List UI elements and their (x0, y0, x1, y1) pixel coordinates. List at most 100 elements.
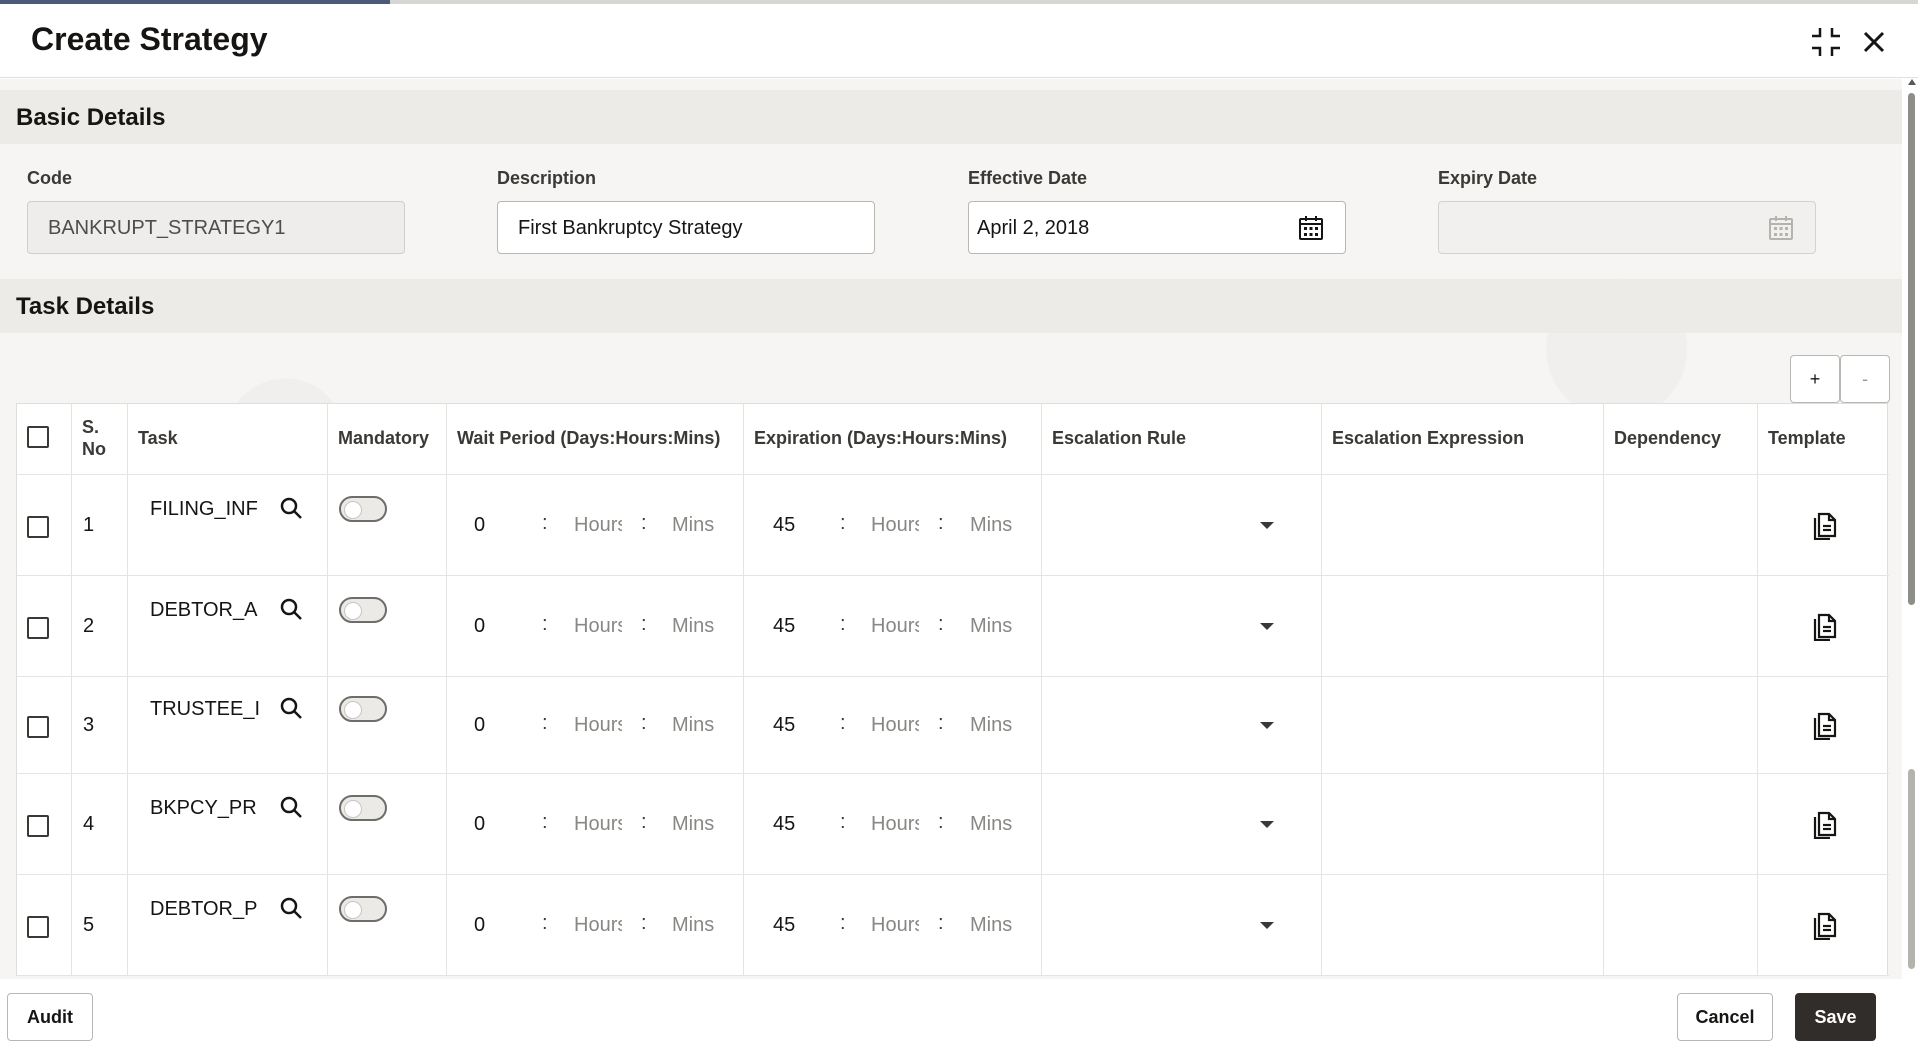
wait-days-input[interactable]: 0 (474, 615, 485, 638)
close-icon[interactable] (1856, 24, 1892, 60)
save-button[interactable]: Save (1795, 993, 1876, 1041)
expiration-hours-input[interactable]: Hours (871, 914, 919, 937)
wait-mins-input[interactable]: Mins (672, 813, 720, 836)
row-checkbox[interactable] (27, 616, 49, 639)
row-task-cell (128, 677, 328, 773)
wait-days-input[interactable]: 0 (474, 813, 485, 836)
mandatory-toggle[interactable] (339, 596, 387, 623)
expiration-mins-input[interactable]: Mins (970, 615, 1018, 638)
header-wait-period: Wait Period (Days:Hours:Mins) (457, 428, 721, 448)
audit-button[interactable]: Audit (7, 993, 93, 1041)
mandatory-toggle[interactable] (339, 794, 387, 821)
escalation-rule-dropdown[interactable] (1260, 721, 1274, 729)
document-icon[interactable] (1810, 611, 1840, 641)
wait-mins-input[interactable]: Mins (672, 514, 720, 537)
escalation-rule-dropdown[interactable] (1260, 521, 1274, 529)
row-select-cell (17, 774, 72, 874)
row-task-input[interactable]: DEBTOR_P (150, 898, 260, 921)
document-icon[interactable] (1810, 809, 1840, 839)
wait-separator: : (641, 711, 647, 734)
row-task-input[interactable]: TRUSTEE_I (150, 698, 260, 721)
row-checkbox[interactable] (27, 715, 49, 738)
expiration-days-input[interactable]: 45 (773, 714, 795, 737)
row-escalation-expression-cell (1322, 774, 1604, 874)
select-all-checkbox[interactable] (27, 426, 49, 448)
header-escalation-expression-cell: Escalation Expression (1322, 404, 1604, 474)
expiration-hours-input[interactable]: Hours (871, 714, 919, 737)
wait-days-input[interactable]: 0 (474, 514, 485, 537)
expiration-mins-input[interactable]: Mins (970, 914, 1018, 937)
expiration-days-input[interactable]: 45 (773, 615, 795, 638)
row-checkbox[interactable] (27, 915, 49, 938)
document-icon[interactable] (1810, 710, 1840, 740)
effective-date-field[interactable]: April 2, 2018 (968, 201, 1346, 254)
scroll-thumb-lower[interactable] (1908, 769, 1915, 969)
remove-row-button[interactable]: - (1840, 355, 1890, 403)
search-icon[interactable] (279, 696, 303, 720)
escalation-rule-dropdown[interactable] (1260, 921, 1274, 929)
calendar-icon[interactable] (1767, 214, 1795, 242)
task-details-title: Task Details (16, 293, 155, 320)
wait-mins-input[interactable]: Mins (672, 714, 720, 737)
wait-separator: : (542, 511, 548, 534)
wait-mins-input[interactable]: Mins (672, 914, 720, 937)
expiration-mins-input[interactable]: Mins (970, 813, 1018, 836)
expiration-hours-input[interactable]: Hours (871, 813, 919, 836)
row-checkbox[interactable] (27, 814, 49, 837)
header-expiration: Expiration (Days:Hours:Mins) (754, 428, 1008, 448)
expiry-date-label: Expiry Date (1438, 168, 1538, 188)
header-task-cell: Task (128, 404, 328, 474)
row-sno: 3 (83, 713, 95, 736)
row-checkbox[interactable] (27, 515, 49, 538)
wait-hours-input[interactable]: Hours (574, 615, 622, 638)
expiration-mins-input[interactable]: Mins (970, 714, 1018, 737)
search-icon[interactable] (279, 896, 303, 920)
collapse-icon[interactable] (1808, 24, 1844, 60)
header-dependency: Dependency (1614, 428, 1722, 448)
mandatory-toggle[interactable] (339, 695, 387, 722)
expiration-hours-input[interactable]: Hours (871, 615, 919, 638)
escalation-rule-dropdown[interactable] (1260, 820, 1274, 828)
calendar-icon[interactable] (1297, 214, 1325, 242)
escalation-rule-dropdown[interactable] (1260, 622, 1274, 630)
code-field[interactable]: BANKRUPT_STRATEGY1 (27, 201, 405, 254)
expiration-hours-input[interactable]: Hours (871, 514, 919, 537)
scroll-up-arrow[interactable] (1908, 79, 1916, 85)
row-task-input[interactable]: BKPCY_PR (150, 797, 260, 820)
row-escalation-rule-cell (1042, 774, 1322, 874)
table-row: 5 DEBTOR_P 0 : Hours : Mins 45 : Hours :… (17, 875, 1889, 976)
row-mandatory-cell (328, 875, 447, 975)
add-row-button[interactable]: + (1790, 355, 1840, 403)
search-icon[interactable] (279, 597, 303, 621)
header-template: Template (1768, 428, 1846, 448)
mandatory-toggle[interactable] (339, 495, 387, 522)
wait-hours-input[interactable]: Hours (574, 914, 622, 937)
description-field[interactable]: First Bankruptcy Strategy (497, 201, 875, 254)
row-task-input[interactable]: FILING_INF (150, 498, 260, 521)
document-icon[interactable] (1810, 510, 1840, 540)
vertical-scrollbar[interactable] (1905, 79, 1918, 979)
wait-hours-input[interactable]: Hours (574, 813, 622, 836)
cancel-button[interactable]: Cancel (1677, 993, 1773, 1041)
row-dependency-cell (1604, 475, 1758, 575)
wait-hours-input[interactable]: Hours (574, 714, 622, 737)
search-icon[interactable] (279, 496, 303, 520)
expiry-date-field[interactable] (1438, 201, 1816, 254)
mandatory-toggle[interactable] (339, 895, 387, 922)
expiration-mins-input[interactable]: Mins (970, 514, 1018, 537)
search-icon[interactable] (279, 795, 303, 819)
wait-hours-input[interactable]: Hours (574, 514, 622, 537)
wait-days-input[interactable]: 0 (474, 914, 485, 937)
scroll-thumb[interactable] (1908, 93, 1915, 605)
row-escalation-expression-cell (1322, 677, 1604, 773)
document-icon[interactable] (1810, 910, 1840, 940)
effective-date-value: April 2, 2018 (977, 217, 1090, 239)
expiration-days-input[interactable]: 45 (773, 514, 795, 537)
expiration-days-input[interactable]: 45 (773, 813, 795, 836)
row-task-input[interactable]: DEBTOR_A (150, 599, 260, 622)
wait-separator: : (641, 612, 647, 635)
wait-days-input[interactable]: 0 (474, 714, 485, 737)
wait-mins-input[interactable]: Mins (672, 615, 720, 638)
header-mandatory-cell: Mandatory (328, 404, 447, 474)
expiration-days-input[interactable]: 45 (773, 914, 795, 937)
